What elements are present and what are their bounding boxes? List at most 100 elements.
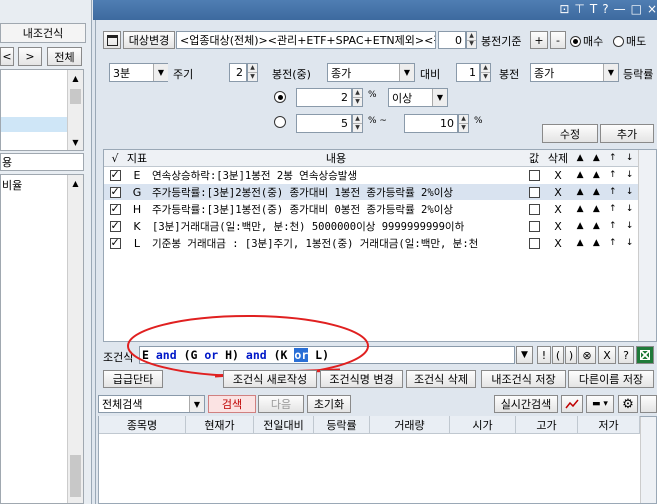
- results-col-rate[interactable]: 등락률: [314, 416, 370, 434]
- arrow-down-icon[interactable]: ↓: [626, 221, 634, 231]
- save-as-button[interactable]: 다른이름 저장: [568, 370, 654, 388]
- results-col-high[interactable]: 고가: [516, 416, 578, 434]
- m-bar-spinner[interactable]: ▲ ▼: [480, 63, 491, 82]
- arrow-up-icon[interactable]: ↑: [609, 153, 617, 163]
- move-top-icon[interactable]: ▲: [577, 170, 584, 180]
- arrow-up-icon[interactable]: ↑: [609, 221, 617, 231]
- row-value-checkbox[interactable]: [528, 169, 540, 181]
- excel-button[interactable]: [636, 346, 654, 364]
- range1-radio[interactable]: [274, 91, 286, 103]
- xor-button[interactable]: ⊗: [578, 346, 596, 364]
- row-delete-button[interactable]: X: [544, 203, 572, 216]
- edit-button[interactable]: 수정: [542, 124, 598, 143]
- nav-prev-button[interactable]: <: [0, 47, 14, 66]
- settings-button[interactable]: ⚙: [618, 395, 638, 413]
- minus-button[interactable]: -: [550, 31, 566, 49]
- indicator-list-item[interactable]: 비율: [2, 177, 22, 193]
- move-top-icon[interactable]: ▲: [577, 221, 584, 231]
- pct2-spinner[interactable]: ▲ ▼: [352, 114, 363, 133]
- clear-button[interactable]: X: [598, 346, 616, 364]
- move-top-icon[interactable]: ▲: [577, 187, 584, 197]
- row-checkbox[interactable]: [109, 202, 121, 215]
- row-delete-button[interactable]: X: [544, 186, 572, 199]
- pct2-input[interactable]: 5: [296, 114, 352, 133]
- table-row[interactable]: L 기준봉 거래대금 : [3분]주기, 1봉전(중) 거래대금(일:백만, 분…: [104, 235, 638, 251]
- table-row[interactable]: K [3분]거래대금(일:백만, 분:천) 5000000이상 99999999…: [104, 218, 638, 234]
- arrow-down-icon[interactable]: ↓: [626, 204, 634, 214]
- arrow-down-icon[interactable]: ↓: [626, 187, 634, 197]
- arrow-down-icon[interactable]: ↓: [626, 153, 634, 163]
- arrow-down-icon[interactable]: ↓: [626, 238, 634, 248]
- condition-list[interactable]: ▲ ▼: [0, 69, 84, 151]
- delete-condition-button[interactable]: 조건식 삭제: [406, 370, 476, 388]
- rename-condition-button[interactable]: 조건식명 변경: [320, 370, 403, 388]
- plus-button[interactable]: +: [530, 31, 548, 49]
- show-all-button[interactable]: 전체: [47, 47, 82, 66]
- pct1-spinner[interactable]: ▲ ▼: [352, 88, 363, 107]
- chevron-down-icon[interactable]: ▼: [603, 64, 618, 81]
- pct1-input[interactable]: 2: [296, 88, 352, 107]
- row-checkbox[interactable]: [109, 185, 121, 198]
- help-button[interactable]: ?: [618, 346, 634, 364]
- more-button[interactable]: [640, 395, 657, 413]
- row-delete-button[interactable]: X: [544, 237, 572, 250]
- options-dropdown[interactable]: ▬ ▾: [586, 395, 614, 413]
- arrow-up-icon[interactable]: ↑: [609, 187, 617, 197]
- target-change-button[interactable]: 대상변경: [123, 31, 175, 49]
- realtime-search-button[interactable]: 실시간검색: [494, 395, 558, 413]
- results-col-price[interactable]: 현재가: [186, 416, 254, 434]
- results-col-name[interactable]: 종목명: [99, 416, 186, 434]
- chevron-down-icon[interactable]: ▼: [189, 396, 204, 412]
- arrow-up-icon[interactable]: ↑: [609, 204, 617, 214]
- target-field[interactable]: <업종대상(전체)><관리+ETF+SPAC+ETN제외><전체: [176, 31, 436, 49]
- not-button[interactable]: !: [537, 346, 551, 364]
- results-col-volume[interactable]: 거래량: [370, 416, 450, 434]
- row-value-checkbox[interactable]: [528, 186, 540, 198]
- sell-radio[interactable]: 매도: [613, 33, 646, 49]
- indicator-list[interactable]: 비율 ▲: [0, 174, 84, 504]
- search-button[interactable]: 검색: [208, 395, 256, 413]
- scroll-up-icon[interactable]: ▲: [68, 175, 83, 191]
- arrow-down-icon[interactable]: ↓: [626, 170, 634, 180]
- close-icon[interactable]: ×: [647, 2, 657, 16]
- pct3-input[interactable]: 10: [404, 114, 458, 133]
- next-button[interactable]: 다음: [258, 395, 304, 413]
- scroll-thumb[interactable]: [70, 455, 81, 497]
- move-top-icon[interactable]: ▲: [577, 238, 584, 248]
- row-value-checkbox[interactable]: [528, 203, 540, 215]
- move-up-icon[interactable]: ▲: [593, 238, 600, 248]
- nav-next-button[interactable]: >: [18, 47, 42, 66]
- move-up-icon[interactable]: ▲: [593, 221, 600, 231]
- arrow-up-icon[interactable]: ↑: [609, 238, 617, 248]
- new-condition-button[interactable]: 조건식 새로작성: [223, 370, 317, 388]
- table-scrollbar[interactable]: [638, 150, 656, 341]
- window-dock-icon[interactable]: ⊡: [559, 2, 569, 16]
- table-row[interactable]: G 주가등락률:[3분]2봉전(중) 종가대비 1봉전 종가등락률 2%이상 X…: [104, 184, 638, 200]
- row-delete-button[interactable]: X: [544, 169, 572, 182]
- chart-button[interactable]: [561, 395, 583, 413]
- move-up-icon[interactable]: ▲: [593, 204, 600, 214]
- row-checkbox[interactable]: [109, 168, 121, 181]
- chevron-down-icon[interactable]: ▼: [432, 89, 447, 106]
- left-field[interactable]: 용: [0, 153, 84, 171]
- scroll-thumb[interactable]: [70, 89, 81, 104]
- move-up-icon[interactable]: ▲: [593, 153, 600, 163]
- quick-trade-button[interactable]: 급급단타: [103, 370, 163, 388]
- n-bar-input[interactable]: 2: [229, 63, 247, 82]
- row-delete-button[interactable]: X: [544, 220, 572, 233]
- row-checkbox[interactable]: [109, 219, 121, 232]
- chevron-down-icon[interactable]: ▼: [399, 64, 414, 81]
- table-icon-button[interactable]: [103, 31, 121, 49]
- scroll-up-icon[interactable]: ▲: [68, 70, 83, 86]
- chevron-down-icon[interactable]: ▼: [153, 64, 168, 81]
- close-paren-button[interactable]: ): [565, 346, 577, 364]
- left-panel-title[interactable]: 내조건식: [0, 23, 86, 43]
- maximize-icon[interactable]: □: [631, 2, 642, 16]
- buy-radio[interactable]: 매수: [570, 33, 603, 49]
- help-icon[interactable]: ?: [602, 2, 608, 16]
- move-top-icon[interactable]: ▲: [577, 204, 584, 214]
- results-col-low[interactable]: 저가: [578, 416, 640, 434]
- indicator-scrollbar[interactable]: ▲: [67, 175, 83, 503]
- move-top-icon[interactable]: ▲: [577, 153, 584, 163]
- pin-icon[interactable]: ⊤: [574, 2, 584, 16]
